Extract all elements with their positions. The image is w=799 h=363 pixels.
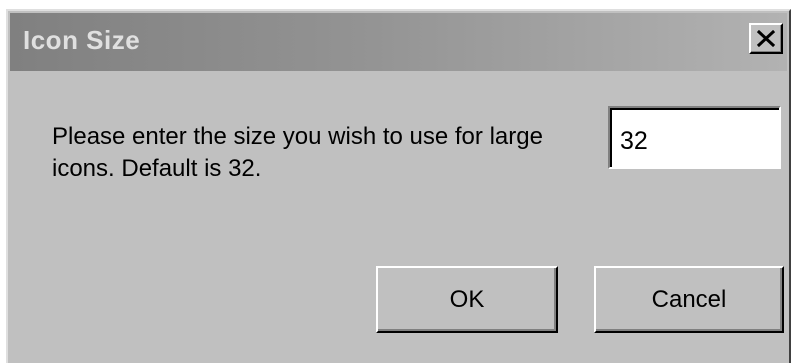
title-bar[interactable]: Icon Size <box>10 13 787 71</box>
dialog-title: Icon Size <box>23 25 141 55</box>
close-button[interactable] <box>749 23 783 54</box>
cancel-button[interactable]: Cancel <box>594 266 784 333</box>
prompt-text: Please enter the size you wish to use fo… <box>52 123 543 182</box>
icon-size-dialog: Icon Size Please enter the size you wish… <box>6 9 791 363</box>
icon-size-input[interactable] <box>608 106 781 169</box>
ok-button[interactable]: OK <box>376 266 558 333</box>
close-icon <box>757 30 775 47</box>
